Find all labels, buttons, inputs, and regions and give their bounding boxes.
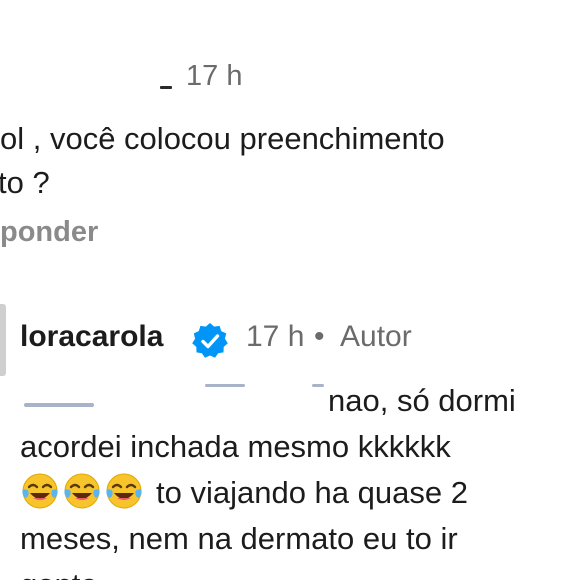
comment-text-line-1: ol , você colocou preenchimento xyxy=(0,121,445,156)
username-cropped[interactable] xyxy=(160,86,172,89)
reply-text-line-3-text: to viajando ha quase 2 xyxy=(156,475,468,510)
reply-button[interactable]: ponder xyxy=(0,216,98,249)
author-username[interactable]: loracarola xyxy=(20,320,163,354)
comments-screen: 17 h ol , você colocou preenchimento to … xyxy=(0,0,580,580)
verified-badge-icon xyxy=(190,321,230,361)
meta-separator: • xyxy=(314,320,325,353)
comment-meta: 17 h xyxy=(0,56,580,96)
face-with-tears-of-joy-icon xyxy=(62,471,102,511)
reply-text-line-1: nao, só dormi xyxy=(328,383,516,418)
mention-cropped[interactable] xyxy=(20,378,324,418)
face-with-tears-of-joy-icon xyxy=(20,471,60,511)
reply-text-line-3: to viajando ha quase 2 xyxy=(20,470,468,516)
reply-text-line-2: acordei inchada mesmo kkkkkk xyxy=(20,429,451,464)
comment-text-line-2: to ? xyxy=(0,165,50,200)
comment-text: ol , você colocou preenchimento to ? xyxy=(0,116,580,212)
author-badge: Autor xyxy=(340,320,412,353)
comment-timestamp: 17 h xyxy=(186,60,243,92)
emoji-group xyxy=(20,470,146,516)
reply-timestamp: 17 h xyxy=(246,320,305,353)
reply-text: nao, só dormi acordei inchada mesmo kkkk… xyxy=(20,378,580,580)
face-with-tears-of-joy-icon xyxy=(104,471,144,511)
reply-text-line-5: gente xyxy=(20,562,98,580)
reply-text-line-4: meses, nem na dermato eu to ir xyxy=(20,521,458,556)
avatar[interactable] xyxy=(0,304,6,376)
